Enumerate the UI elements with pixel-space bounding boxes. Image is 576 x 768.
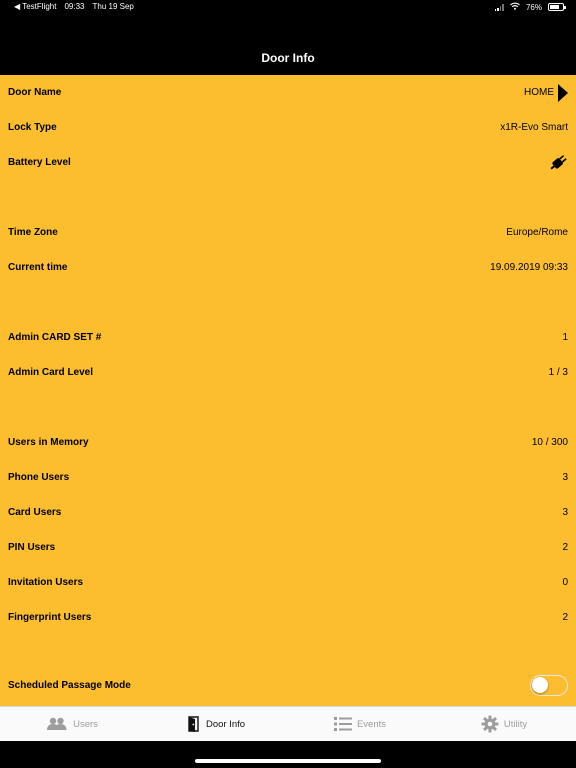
- triangle-right-icon: [558, 83, 568, 102]
- scheduled-passage-mode-label: Scheduled Passage Mode: [8, 680, 131, 691]
- scheduled-passage-mode-toggle[interactable]: [530, 675, 568, 696]
- phone-users-label: Phone Users: [8, 472, 70, 483]
- users-in-memory-label: Users in Memory: [8, 437, 89, 448]
- time-zone-row: Time Zone Europe/Rome: [0, 215, 576, 250]
- invitation-users-value: 0: [562, 577, 568, 588]
- door-name-label: Door Name: [8, 87, 62, 98]
- current-time-label: Current time: [8, 262, 68, 273]
- wifi-icon: [510, 2, 520, 12]
- current-time-value: 19.09.2019 09:33: [490, 262, 568, 273]
- invitation-users-label: Invitation Users: [8, 577, 84, 588]
- tab-events[interactable]: Events: [288, 707, 432, 741]
- tab-utility[interactable]: Utility: [432, 707, 576, 741]
- door-name-value: HOME: [524, 87, 554, 98]
- home-indicator[interactable]: [195, 759, 381, 763]
- tab-users-label: Users: [73, 718, 98, 730]
- card-users-value: 3: [562, 507, 568, 518]
- page-title: Door Info: [261, 51, 315, 65]
- lock-type-value: x1R-Evo Smart: [500, 122, 568, 133]
- admin-card-level-label: Admin Card Level: [8, 367, 94, 378]
- toggle-knob: [532, 677, 548, 693]
- users-in-memory-row: Users in Memory 10 / 300: [0, 425, 576, 460]
- phone-users-value: 3: [562, 472, 568, 483]
- battery-level-label: Battery Level: [8, 157, 71, 168]
- battery-icon: [548, 3, 566, 11]
- pin-users-value: 2: [562, 542, 568, 553]
- pin-users-label: PIN Users: [8, 542, 56, 553]
- plug-icon: [550, 154, 567, 170]
- users-icon: [47, 717, 67, 730]
- admin-card-set-label: Admin CARD SET #: [8, 332, 102, 343]
- signal-icon: [494, 3, 504, 11]
- navigation-bar: Door Info: [0, 14, 576, 75]
- admin-card-level-row: Admin Card Level 1 / 3: [0, 355, 576, 390]
- tab-door-info[interactable]: Door Info: [144, 707, 288, 741]
- battery-percent: 76%: [525, 2, 542, 12]
- phone-users-row: Phone Users 3: [0, 460, 576, 495]
- card-users-row: Card Users 3: [0, 495, 576, 530]
- status-date: Thu 19 Sep: [92, 2, 134, 11]
- status-time: 09:33: [64, 2, 85, 11]
- admin-card-level-value: 1 / 3: [548, 367, 568, 378]
- back-to-testflight-link[interactable]: ◀ TestFlight: [14, 2, 56, 11]
- lock-type-row: Lock Type x1R-Evo Smart: [0, 110, 576, 145]
- tab-door-info-label: Door Info: [205, 718, 246, 730]
- door-info-list: Door Name HOME Lock Type x1R-Evo Smart B…: [0, 75, 576, 706]
- tab-utility-label: Utility: [503, 718, 528, 730]
- tab-users[interactable]: Users: [0, 707, 144, 741]
- admin-card-set-value: 1: [562, 332, 568, 343]
- current-time-row: Current time 19.09.2019 09:33: [0, 250, 576, 285]
- fingerprint-users-row: Fingerprint Users 2: [0, 600, 576, 635]
- scheduled-passage-mode-row: Scheduled Passage Mode: [0, 668, 576, 703]
- time-zone-value: Europe/Rome: [506, 227, 568, 238]
- list-icon: [333, 717, 352, 731]
- users-in-memory-value: 10 / 300: [531, 437, 568, 448]
- invitation-users-row: Invitation Users 0: [0, 565, 576, 600]
- tab-events-label: Events: [356, 718, 387, 730]
- card-users-label: Card Users: [8, 507, 62, 518]
- status-bar: ◀ TestFlight 09:33 Thu 19 Sep 76%: [0, 0, 576, 14]
- admin-card-set-row: Admin CARD SET # 1: [0, 320, 576, 355]
- door-icon: [188, 716, 199, 732]
- battery-level-row: Battery Level: [0, 145, 576, 180]
- lock-type-label: Lock Type: [8, 122, 57, 133]
- gear-icon: [481, 715, 499, 733]
- time-zone-label: Time Zone: [8, 227, 58, 238]
- pin-users-row: PIN Users 2: [0, 530, 576, 565]
- door-name-row[interactable]: Door Name HOME: [0, 75, 576, 110]
- fingerprint-users-label: Fingerprint Users: [8, 612, 92, 623]
- tab-bar: Users Door Info Events Utility: [0, 706, 576, 741]
- fingerprint-users-value: 2: [562, 612, 568, 623]
